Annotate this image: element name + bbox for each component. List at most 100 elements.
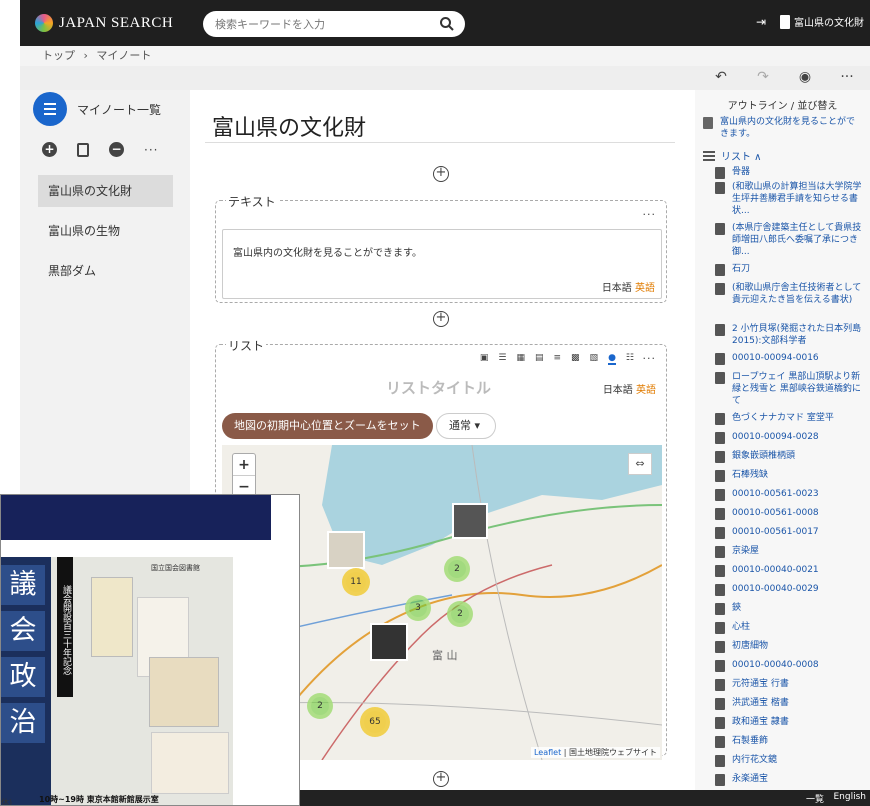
redo-icon[interactable]: ↷ — [752, 69, 774, 85]
search-icon[interactable] — [439, 16, 455, 32]
item-icon — [715, 527, 725, 539]
text-block-more-icon[interactable]: ··· — [643, 208, 657, 221]
outline-item[interactable]: 石製垂飾 — [715, 735, 865, 748]
outline-item[interactable]: 政和通宝 隷書 — [715, 716, 865, 729]
site-logo[interactable]: JAPAN SEARCH — [35, 14, 173, 32]
map-cluster[interactable]: 11 — [342, 568, 370, 596]
outline-item[interactable]: 00010-00040-0008 — [715, 659, 865, 672]
map-cluster[interactable]: 2 — [307, 693, 333, 719]
add-note-button[interactable]: + — [42, 142, 57, 157]
item-icon — [715, 584, 725, 596]
view-text-icon[interactable]: ≡ — [553, 353, 561, 365]
item-icon — [715, 679, 725, 691]
add-block-icon[interactable]: + — [433, 311, 449, 327]
list-title-input[interactable]: リストタイトル — [386, 377, 491, 398]
lang-ja[interactable]: 日本語 — [603, 385, 633, 396]
preview-icon[interactable]: ◉ — [794, 69, 816, 85]
list-block-more-icon[interactable]: ··· — [643, 352, 657, 365]
map-cluster[interactable]: 2 — [444, 556, 470, 582]
expand-icon[interactable]: ⇔ — [628, 453, 652, 475]
outline-item-label: 元符通宝 行書 — [732, 679, 789, 689]
outline-item[interactable]: 00010-00040-0021 — [715, 564, 865, 577]
view-single-icon[interactable]: ▣ — [480, 353, 489, 365]
outline-item[interactable]: 石棒残缺 — [715, 469, 865, 482]
login-icon[interactable]: ⇥ — [756, 15, 766, 29]
footer-list-link[interactable]: 一覧 — [806, 792, 824, 805]
outline-item[interactable]: 洪武通宝 楷書 — [715, 697, 865, 710]
view-image-icon[interactable]: ▩ — [571, 353, 580, 365]
lang-ja[interactable]: 日本語 — [602, 283, 632, 294]
outline-item[interactable]: 00010-00094-0016 — [715, 352, 865, 365]
menu-button[interactable] — [33, 92, 67, 126]
view-grid-icon[interactable]: ▦ — [516, 353, 525, 365]
outline-item[interactable]: 石刀 — [715, 263, 865, 276]
map-cluster[interactable]: 2 — [447, 601, 473, 627]
outline-item[interactable]: 00010-00561-0017 — [715, 526, 865, 539]
note-item[interactable]: 富山県の生物 — [38, 215, 173, 247]
outline-list-header[interactable]: リスト ∧ — [703, 148, 762, 163]
add-block-icon[interactable]: + — [433, 771, 449, 787]
outline-item[interactable]: 内行花文鏡 — [715, 754, 865, 767]
outline-item[interactable]: 2 小竹貝塚(発掘された日本列島2015):文部科学者 — [715, 323, 865, 347]
map-thumbnail[interactable] — [452, 503, 488, 539]
outline-item[interactable]: ロープウェイ 黒部山頂駅より新緑と残雪と 黒部峡谷鉄道橋釣にて — [715, 371, 865, 407]
item-icon — [715, 546, 725, 558]
note-item[interactable]: 富山県の文化財 — [38, 175, 173, 207]
outline-item[interactable]: 初唐細物 — [715, 640, 865, 653]
footer-english-link[interactable]: English — [834, 792, 867, 802]
item-icon — [715, 660, 725, 672]
logo-text: JAPAN SEARCH — [59, 14, 174, 31]
outline-item[interactable]: (和歌山県庁舎主任技術者として貴元迎えたき旨を伝える書状) — [715, 282, 865, 306]
outline-item[interactable]: (本県庁舎建築主任として貴県技師増田八郎氏へ委嘱了承につき御... — [715, 222, 865, 258]
outline-item[interactable]: 骨器 — [715, 166, 865, 179]
view-outline-icon[interactable]: ☷ — [626, 353, 634, 365]
outline-item[interactable]: 心柱 — [715, 621, 865, 634]
map-cluster[interactable]: 65 — [360, 707, 390, 737]
outline-item[interactable]: 鋏 — [715, 602, 865, 615]
outline-item[interactable]: 00010-00561-0008 — [715, 507, 865, 520]
outline-item[interactable]: 永楽通宝 — [715, 773, 865, 786]
item-icon — [715, 470, 725, 482]
outline-item[interactable]: 京染屋 — [715, 545, 865, 558]
lang-en[interactable]: 英語 — [635, 283, 655, 294]
more-icon[interactable]: ··· — [836, 69, 858, 85]
page-title[interactable]: 富山県の文化財 — [212, 110, 366, 142]
view-table-icon[interactable]: ▤ — [535, 353, 544, 365]
account-name[interactable]: 富山県の文化財 — [794, 14, 864, 29]
poster-kanji: 治 — [1, 703, 45, 743]
map-thumbnail[interactable] — [370, 623, 408, 661]
add-block-icon[interactable]: + — [433, 166, 449, 182]
item-icon — [715, 264, 725, 276]
breadcrumb-home[interactable]: トップ — [42, 49, 75, 62]
view-list-icon[interactable]: ☰ — [498, 353, 506, 365]
outline-item[interactable]: 00010-00561-0023 — [715, 488, 865, 501]
map-mode-select[interactable]: 通常 ▾ — [436, 413, 496, 439]
set-map-center-button[interactable]: 地図の初期中心位置とズームをセット — [222, 413, 433, 439]
search-input[interactable] — [215, 17, 425, 31]
outline-item[interactable]: (和歌山県の計算担当は大学院学生坪井善勝君手請を知らせる書状... — [715, 181, 865, 217]
leaflet-link[interactable]: Leaflet — [534, 748, 561, 757]
list-block-label: リスト — [226, 337, 267, 354]
note-item[interactable]: 黒部ダム — [38, 255, 173, 287]
outline-item[interactable]: 銀象嵌頭椎柄頭 — [715, 450, 865, 463]
zoom-in-button[interactable]: + — [233, 454, 255, 476]
outline-item-text[interactable]: 富山県内の文化財を見ることができます。 — [703, 116, 863, 140]
item-icon — [715, 223, 725, 235]
lang-en[interactable]: 英語 — [636, 385, 656, 396]
delete-note-button[interactable]: − — [109, 142, 124, 157]
view-card-icon[interactable]: ▧ — [590, 353, 599, 365]
poster-overlay: 議 会 政 治 議会開設百三十年記念 国立国会図書館 10時~19時 東京本館新… — [0, 494, 300, 806]
view-map-icon[interactable]: ● — [608, 353, 616, 365]
undo-icon[interactable]: ↶ — [710, 69, 732, 85]
outline-item[interactable]: 00010-00094-0028 — [715, 431, 865, 444]
outline-item[interactable]: 元符通宝 行書 — [715, 678, 865, 691]
text-editor[interactable]: 富山県内の文化財を見ることができます。 日本語 英語 — [222, 229, 662, 299]
sidebar-more-icon[interactable]: ··· — [144, 143, 158, 157]
zoom-control: + − — [232, 453, 256, 499]
map-cluster[interactable]: 3 — [405, 595, 431, 621]
map-thumbnail[interactable] — [327, 531, 365, 569]
copy-icon[interactable] — [77, 142, 89, 157]
text-content: 富山県内の文化財を見ることができます。 — [233, 248, 422, 259]
outline-item[interactable]: 色づくナナカマド 室堂平 — [715, 412, 865, 425]
outline-item[interactable]: 00010-00040-0029 — [715, 583, 865, 596]
